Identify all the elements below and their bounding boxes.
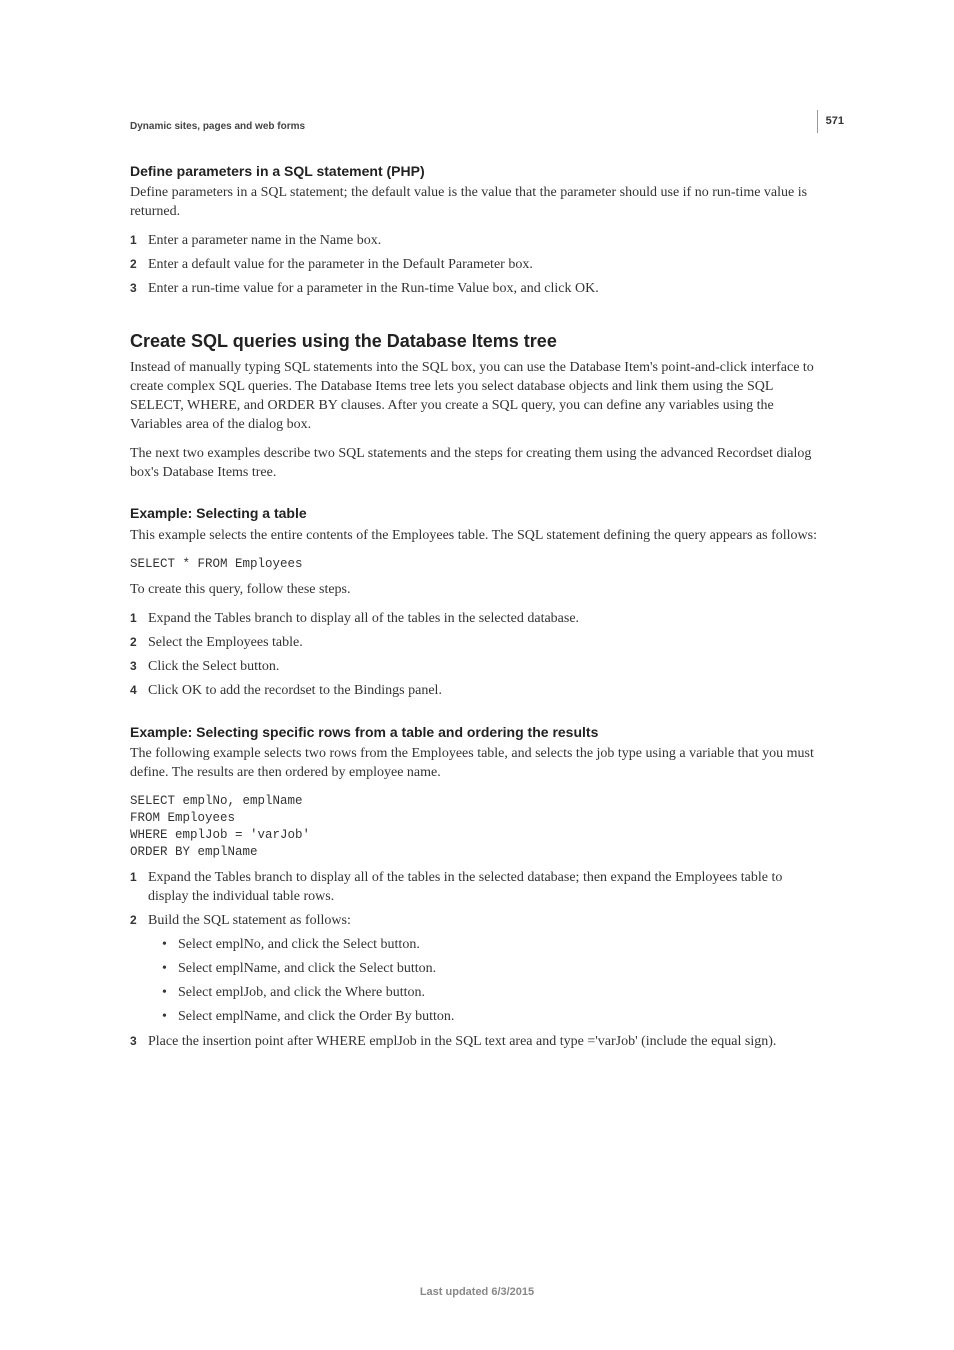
step-text: Enter a parameter name in the Name box.: [148, 232, 824, 251]
ex2-steps-cont: 3Place the insertion point after WHERE e…: [130, 1033, 824, 1052]
running-head: Dynamic sites, pages and web forms: [130, 120, 824, 134]
bullet-item: Select emplName, and click the Order By …: [162, 1008, 824, 1027]
bullet-item: Select emplJob, and click the Where butt…: [162, 984, 824, 1003]
sec2-para2: The next two examples describe two SQL s…: [130, 445, 824, 483]
step-text: Place the insertion point after WHERE em…: [148, 1033, 824, 1052]
ex1-code: SELECT * FROM Employees: [130, 556, 824, 573]
step-num: 1: [130, 232, 148, 248]
step-num: 1: [130, 610, 148, 626]
step-num: 1: [130, 869, 148, 885]
sec2-title: Create SQL queries using the Database It…: [130, 329, 824, 353]
step-text: Click OK to add the recordset to the Bin…: [148, 682, 824, 701]
step-text: Build the SQL statement as follows:: [148, 912, 824, 931]
step-text: Enter a run-time value for a parameter i…: [148, 280, 824, 299]
sec1-title: Define parameters in a SQL statement (PH…: [130, 162, 824, 181]
ex2-intro: The following example selects two rows f…: [130, 745, 824, 783]
ex1-title: Example: Selecting a table: [130, 504, 824, 523]
footer-updated: Last updated 6/3/2015: [0, 1285, 954, 1300]
ex2-code: SELECT emplNo, emplName FROM Employees W…: [130, 793, 824, 861]
ex2-title: Example: Selecting specific rows from a …: [130, 723, 824, 742]
step-num: 2: [130, 634, 148, 650]
ex1-steps: 1Expand the Tables branch to display all…: [130, 610, 824, 701]
step-num: 3: [130, 280, 148, 296]
step-text: Enter a default value for the parameter …: [148, 256, 824, 275]
ex2-bullets: Select emplNo, and click the Select butt…: [162, 936, 824, 1027]
step-text: Click the Select button.: [148, 658, 824, 677]
step-num: 3: [130, 1033, 148, 1049]
page-number: 571: [817, 110, 844, 133]
ex2-steps: 1Expand the Tables branch to display all…: [130, 869, 824, 931]
bullet-item: Select emplNo, and click the Select butt…: [162, 936, 824, 955]
step-text: Expand the Tables branch to display all …: [148, 869, 824, 907]
step-text: Select the Employees table.: [148, 634, 824, 653]
ex1-lead: To create this query, follow these steps…: [130, 581, 824, 600]
step-num: 4: [130, 682, 148, 698]
step-text: Expand the Tables branch to display all …: [148, 610, 824, 629]
step-num: 3: [130, 658, 148, 674]
sec1-steps: 1Enter a parameter name in the Name box.…: [130, 232, 824, 299]
sec2-para1: Instead of manually typing SQL statement…: [130, 359, 824, 435]
ex1-intro: This example selects the entire contents…: [130, 527, 824, 546]
sec1-intro: Define parameters in a SQL statement; th…: [130, 184, 824, 222]
step-num: 2: [130, 912, 148, 928]
bullet-item: Select emplName, and click the Select bu…: [162, 960, 824, 979]
step-num: 2: [130, 256, 148, 272]
